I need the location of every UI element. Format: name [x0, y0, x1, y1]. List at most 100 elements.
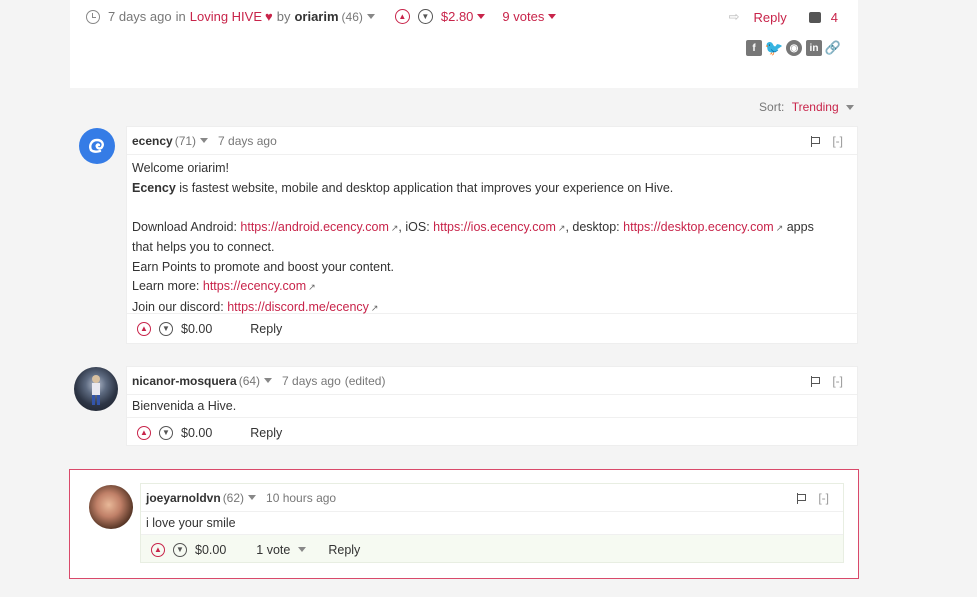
downvote-icon[interactable]: ▼	[417, 9, 433, 24]
comment-text: Download Android:	[132, 219, 241, 234]
avatar[interactable]	[79, 128, 115, 164]
share-row: f 🐦 ◉ in 🔗	[746, 40, 841, 57]
comment-tools: [-]	[797, 491, 829, 505]
comment-payout[interactable]: $0.00	[181, 426, 212, 440]
post-votes[interactable]: 9 votes	[502, 9, 544, 24]
comment-header: nicanor-mosquera (64) 7 days ago (edited…	[127, 367, 857, 395]
comment-time[interactable]: 10 hours ago	[266, 491, 336, 505]
downvote-icon[interactable]: ▼	[173, 542, 187, 557]
comment-count[interactable]: 4	[831, 10, 838, 25]
votes-chevron-icon[interactable]	[298, 547, 307, 552]
payout-chevron-icon[interactable]	[477, 14, 486, 19]
votes-chevron-icon[interactable]	[548, 14, 557, 19]
collapse-button[interactable]: [-]	[818, 491, 829, 505]
avatar[interactable]	[74, 367, 118, 411]
comment-reputation: (64)	[238, 373, 261, 388]
edited-label: (edited)	[344, 373, 386, 388]
sort-label: Sort:	[759, 100, 785, 114]
sort-control[interactable]: Sort: Trending	[759, 100, 854, 114]
desktop-link[interactable]: https://desktop.ecency.com	[623, 220, 774, 234]
author-menu-chevron-icon[interactable]	[248, 495, 257, 500]
comment-line: Ecency is fastest website, mobile and de…	[132, 179, 852, 199]
avatar-photo	[92, 375, 100, 405]
comment-text: Learn more:	[132, 279, 203, 293]
flag-icon[interactable]	[811, 375, 821, 387]
comment-time[interactable]: 7 days ago	[282, 374, 341, 388]
comment-author[interactable]: ecency	[132, 134, 173, 148]
avatar[interactable]	[89, 485, 133, 529]
comment-text: , iOS:	[398, 219, 434, 234]
external-link-icon: ↗	[308, 282, 316, 292]
upvote-icon[interactable]: ▲	[137, 425, 151, 440]
ecency-bold: Ecency	[132, 180, 176, 195]
facebook-icon[interactable]: f	[746, 40, 762, 56]
author-menu-chevron-icon[interactable]	[264, 378, 273, 383]
reply-button[interactable]: Reply	[250, 322, 282, 336]
linkedin-icon[interactable]: in	[806, 40, 822, 56]
ecency-logo-icon	[89, 138, 104, 153]
comment-text: Join our discord:	[132, 299, 228, 314]
sort-chevron-icon[interactable]	[846, 105, 854, 111]
link-icon[interactable]: 🔗	[825, 40, 841, 55]
comment-line: Earn Points to promote and boost your co…	[132, 259, 394, 274]
comment-line: Download Android: https://android.ecency…	[132, 218, 852, 239]
comment-time[interactable]: 7 days ago	[218, 134, 277, 148]
reply-button[interactable]: Reply	[328, 543, 360, 557]
comment-text: i love your smile	[146, 516, 236, 530]
collapse-button[interactable]: [-]	[832, 374, 843, 388]
post-actions: ⇨ Reply 4	[729, 9, 838, 25]
comment-card: joeyarnoldvn (62) 10 hours ago [-] i lov…	[140, 483, 844, 563]
comment-payout[interactable]: $0.00	[195, 543, 226, 557]
author-menu-chevron-icon[interactable]	[200, 138, 209, 143]
comment-author[interactable]: joeyarnoldvn	[146, 491, 221, 505]
comment-text: Bienvenida a Hive.	[132, 399, 237, 413]
author-menu-chevron-icon[interactable]	[366, 14, 375, 19]
comment-body: Welcome oriarim! Ecency is fastest websi…	[127, 155, 857, 314]
comment-payout[interactable]: $0.00	[181, 322, 212, 336]
reddit-icon[interactable]: ◉	[786, 40, 802, 56]
reblog-icon[interactable]: ⇨	[729, 9, 740, 25]
ios-link[interactable]: https://ios.ecency.com	[433, 220, 556, 234]
twitter-icon[interactable]: 🐦	[765, 40, 784, 57]
comment-card: nicanor-mosquera (64) 7 days ago (edited…	[126, 366, 858, 446]
comment-line: Learn more: https://ecency.com ↗	[132, 277, 852, 298]
collapse-button[interactable]: [-]	[832, 134, 843, 148]
upvote-icon[interactable]: ▲	[394, 9, 410, 24]
community-link[interactable]: Loving HIVE	[190, 9, 262, 24]
comments-icon	[808, 11, 821, 23]
post-time: 7 days ago	[108, 9, 172, 24]
sort-value[interactable]: Trending	[792, 100, 839, 114]
comment-line: that helps you to connect.	[132, 240, 275, 254]
discord-link[interactable]: https://discord.me/ecency	[227, 300, 369, 314]
comment-text: is fastest website, mobile and desktop a…	[175, 180, 674, 195]
comment-footer: ▲ ▼ $0.00 Reply	[127, 417, 857, 447]
comment-author[interactable]: nicanor-mosquera	[132, 374, 237, 388]
reply-button[interactable]: Reply	[250, 426, 282, 440]
comment-header: joeyarnoldvn (62) 10 hours ago	[141, 484, 843, 512]
comment-header: ecency (71) 7 days ago	[127, 127, 857, 155]
in-label: in	[175, 9, 186, 24]
flag-icon[interactable]	[811, 135, 821, 147]
comment-reputation: (71)	[174, 133, 197, 148]
flag-icon[interactable]	[797, 492, 807, 504]
comment-footer: ▲ ▼ $0.00 1 vote Reply	[141, 534, 843, 564]
heart-icon: ♥	[265, 9, 273, 24]
downvote-icon[interactable]: ▼	[159, 425, 173, 440]
post-author[interactable]: oriarim	[294, 9, 338, 24]
comment-line: Welcome oriarim!	[132, 161, 230, 175]
post-reply-button[interactable]: Reply	[754, 10, 787, 25]
post-footer-card: 7 days ago in Loving HIVE ♥ by oriarim (…	[70, 0, 858, 88]
android-link[interactable]: https://android.ecency.com	[240, 220, 388, 234]
comment-reputation: (62)	[222, 490, 245, 505]
comment-body: i love your smile	[141, 512, 843, 534]
upvote-icon[interactable]: ▲	[151, 542, 165, 557]
comment-votes[interactable]: 1 vote	[256, 543, 290, 557]
external-link-icon: ↗	[370, 302, 379, 313]
upvote-icon[interactable]: ▲	[137, 321, 151, 336]
by-label: by	[276, 9, 291, 24]
comment-text: , desktop:	[565, 219, 624, 234]
downvote-icon[interactable]: ▼	[159, 321, 173, 336]
ecency-link[interactable]: https://ecency.com	[203, 279, 306, 293]
post-payout[interactable]: $2.80	[441, 9, 474, 24]
comment-tools: [-]	[811, 134, 843, 148]
